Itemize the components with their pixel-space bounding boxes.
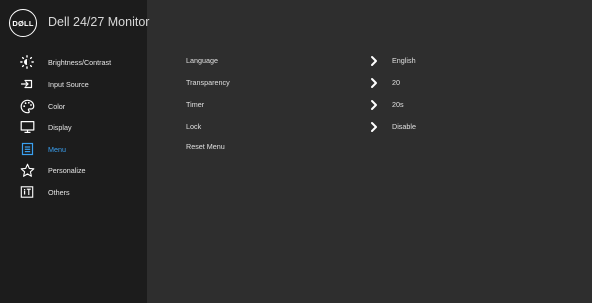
dell-logo: DØLL — [9, 9, 37, 37]
color-icon — [19, 98, 35, 114]
setting-label: Transparency — [186, 78, 230, 87]
setting-row-transparency[interactable]: Transparency 20 — [186, 78, 586, 92]
setting-label: Timer — [186, 100, 205, 109]
star-icon — [19, 162, 35, 178]
header: DØLL Dell 24/27 Monitor — [0, 0, 592, 45]
display-icon — [19, 119, 35, 135]
monitor-osd: DØLL Dell 24/27 Monitor Brightness/Contr… — [0, 0, 592, 303]
sidebar-item-personalize[interactable]: Personalize — [0, 159, 147, 181]
setting-row-lock[interactable]: Lock Disable — [186, 122, 586, 136]
setting-label: Reset Menu — [186, 142, 225, 151]
setting-value: 20s — [392, 100, 404, 109]
setting-label: Language — [186, 56, 218, 65]
setting-row-reset-menu[interactable]: Reset Menu — [186, 142, 586, 156]
others-icon: i — [19, 184, 35, 200]
brightness-icon — [19, 54, 35, 70]
chevron-right-icon — [369, 121, 379, 133]
sidebar-item-label: Menu — [48, 144, 66, 154]
sidebar-item-color[interactable]: Color — [0, 95, 147, 117]
sidebar-item-label: Personalize — [48, 165, 86, 175]
setting-value: 20 — [392, 78, 400, 87]
setting-row-timer[interactable]: Timer 20s — [186, 100, 586, 114]
sidebar-item-others[interactable]: i Others — [0, 181, 147, 203]
chevron-right-icon — [369, 77, 379, 89]
setting-row-language[interactable]: Language English — [186, 56, 586, 70]
sidebar-item-label: Color — [48, 101, 66, 111]
input-source-icon — [19, 76, 35, 92]
menu-icon — [19, 141, 35, 157]
sidebar-item-brightness-contrast[interactable]: Brightness/Contrast — [0, 51, 147, 73]
sidebar-item-display[interactable]: Display — [0, 116, 147, 138]
svg-text:i: i — [23, 189, 25, 197]
setting-label: Lock — [186, 122, 202, 131]
sidebar-item-label: Others — [48, 187, 70, 197]
sidebar-item-label: Input Source — [48, 79, 89, 89]
chevron-right-icon — [369, 55, 379, 67]
setting-value: Disable — [392, 122, 416, 131]
sidebar-item-menu[interactable]: Menu — [0, 138, 147, 160]
model-name: Dell 24/27 Monitor — [48, 15, 150, 29]
sidebar-item-label: Display — [48, 122, 72, 132]
chevron-right-icon — [369, 99, 379, 111]
sidebar-item-label: Brightness/Contrast — [48, 57, 112, 67]
sidebar-item-input-source[interactable]: Input Source — [0, 73, 147, 95]
setting-value: English — [392, 56, 416, 65]
